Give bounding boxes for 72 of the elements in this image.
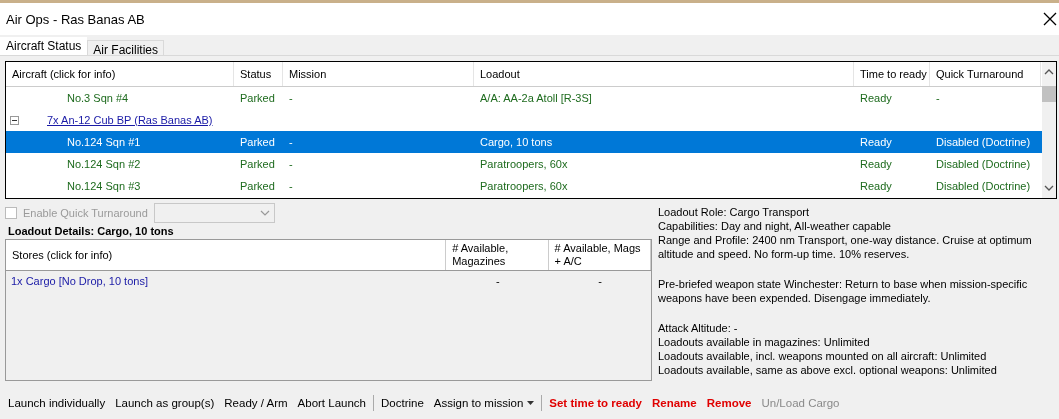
group-link[interactable]: 7x An-12 Cub BP (Ras Banas AB) [47, 114, 213, 126]
table-row[interactable]: No.124 Sqn #1 Parked - Cargo, 10 tons Ready Disabled (Doctrine) [6, 131, 1042, 153]
table-cell-text: Ready [859, 136, 893, 148]
column-header[interactable]: Aircraft (click for info) [6, 62, 234, 86]
table-cell-text: A/A: AA-2a Atoll [R-3S] [479, 92, 593, 104]
table-cell-text: No.124 Sqn #2 [66, 158, 142, 170]
table-cell-text: - [288, 136, 294, 148]
window-title: Air Ops - Ras Banas AB [6, 11, 146, 27]
info-text: Loadouts available, same as above excl. optional weapons: Unlimited [658, 363, 998, 377]
column-header[interactable]: # Available, Magazines [446, 240, 549, 270]
collapse-icon[interactable] [10, 115, 19, 125]
table-cell-text: Cargo, 10 tons [479, 136, 554, 148]
table-cell-text: Parked [239, 158, 276, 170]
close-icon[interactable] [1043, 12, 1057, 26]
column-header[interactable]: Quick Turnaround [930, 62, 1041, 86]
table-cell-text: Disabled (Doctrine) [935, 158, 1032, 170]
toolbar-button[interactable]: Abort Launch [293, 395, 370, 411]
column-header[interactable]: Stores (click for info) [6, 240, 447, 270]
table-cell-text: Parked [239, 92, 276, 104]
toolbar-button[interactable]: Remove [702, 395, 756, 411]
table-row[interactable]: No.124 Sqn #3 Parked - Paratroopers, 60x Ready Disabled (Doctrine) [6, 175, 1042, 197]
table-cell-text: - [288, 92, 294, 104]
loadout-title: Loadout Details: Cargo, 10 tons [8, 225, 175, 237]
table-cell-text: - [288, 158, 294, 170]
info-text: Capabilities: Day and night, All-weather capable [658, 219, 892, 233]
column-header[interactable]: # Available, Mags + A/C [548, 240, 651, 270]
toolbar-button[interactable]: Doctrine [377, 395, 428, 411]
scroll-up-icon[interactable] [1044, 68, 1054, 76]
caret-icon [527, 401, 535, 405]
info-text: Range and Profile: 2400 nm Transport, one-way distance. Cruise at optimum altitude and speed. No form-up time. 10% reserves. [658, 233, 1033, 261]
table-cell-text: - [597, 275, 603, 287]
scroll-down-icon[interactable] [1044, 184, 1054, 192]
table-cell-text: Ready [859, 92, 893, 104]
column-header[interactable]: Mission [283, 62, 474, 86]
table-cell-text: - [495, 275, 501, 287]
table-cell-text: Ready [859, 158, 893, 170]
table-cell-text: Ready [859, 180, 893, 192]
table-cell-text: Paratroopers, 60x [479, 180, 569, 192]
chevron-icon [259, 210, 270, 216]
tab[interactable]: Air Facilities [87, 40, 165, 55]
table-cell-text: No.124 Sqn #3 [66, 180, 142, 192]
column-header[interactable]: Time to ready [854, 62, 930, 86]
toolbar-button[interactable]: Rename [647, 395, 701, 411]
checkbox-label: Enable Quick Turnaround [23, 207, 148, 219]
toolbar-button[interactable]: Launch individually [4, 395, 110, 411]
table-cell-text: No.124 Sqn #1 [66, 136, 142, 148]
toolbar-button[interactable]: Set time to ready [545, 395, 646, 411]
scroll-thumb[interactable] [1042, 86, 1056, 102]
tab[interactable]: Aircraft Status [0, 37, 88, 55]
table-cell-text: Disabled (Doctrine) [935, 180, 1032, 192]
table-cell-text: - [935, 92, 941, 104]
table-cell-text: Disabled (Doctrine) [935, 136, 1032, 148]
info-text: Attack Altitude: - [658, 321, 739, 335]
table-row[interactable]: No.3 Sqn #4 Parked - A/A: AA-2a Atoll [R-3S] Ready - [6, 87, 1042, 109]
table-cell-text: Parked [239, 180, 276, 192]
table-row[interactable]: No.124 Sqn #2 Parked - Paratroopers, 60x Ready Disabled (Doctrine) [6, 153, 1042, 175]
info-text: Loadouts available, incl. weapons mounted on all aircraft: Unlimited [658, 349, 988, 363]
column-header[interactable]: Status [234, 62, 283, 86]
toolbar-button[interactable]: Assign to mission [429, 395, 539, 411]
table-cell-text: Parked [239, 136, 276, 148]
toolbar-button[interactable]: Launch as group(s) [111, 395, 219, 411]
info-text: Loadouts available in magazines: Unlimited [658, 335, 871, 349]
toolbar-button[interactable]: Ready / Arm [220, 395, 292, 411]
table-cell-text: Paratroopers, 60x [479, 158, 569, 170]
table-row[interactable]: 7x An-12 Cub BP (Ras Banas AB) [6, 109, 1042, 131]
table-cell-text: No.3 Sqn #4 [66, 92, 130, 104]
store-link[interactable]: 1x Cargo [No Drop, 10 tons] [6, 275, 447, 287]
scrollbar[interactable] [1042, 62, 1056, 198]
info-text: Loadout Role: Cargo Transport [658, 205, 811, 219]
table-cell-text: - [288, 180, 294, 192]
info-text: Pre-briefed weapon state Winchester: Return to base when mission-specific weapons have been expended. Disengage immediately. [658, 277, 1029, 305]
column-header[interactable]: Loadout [474, 62, 854, 86]
